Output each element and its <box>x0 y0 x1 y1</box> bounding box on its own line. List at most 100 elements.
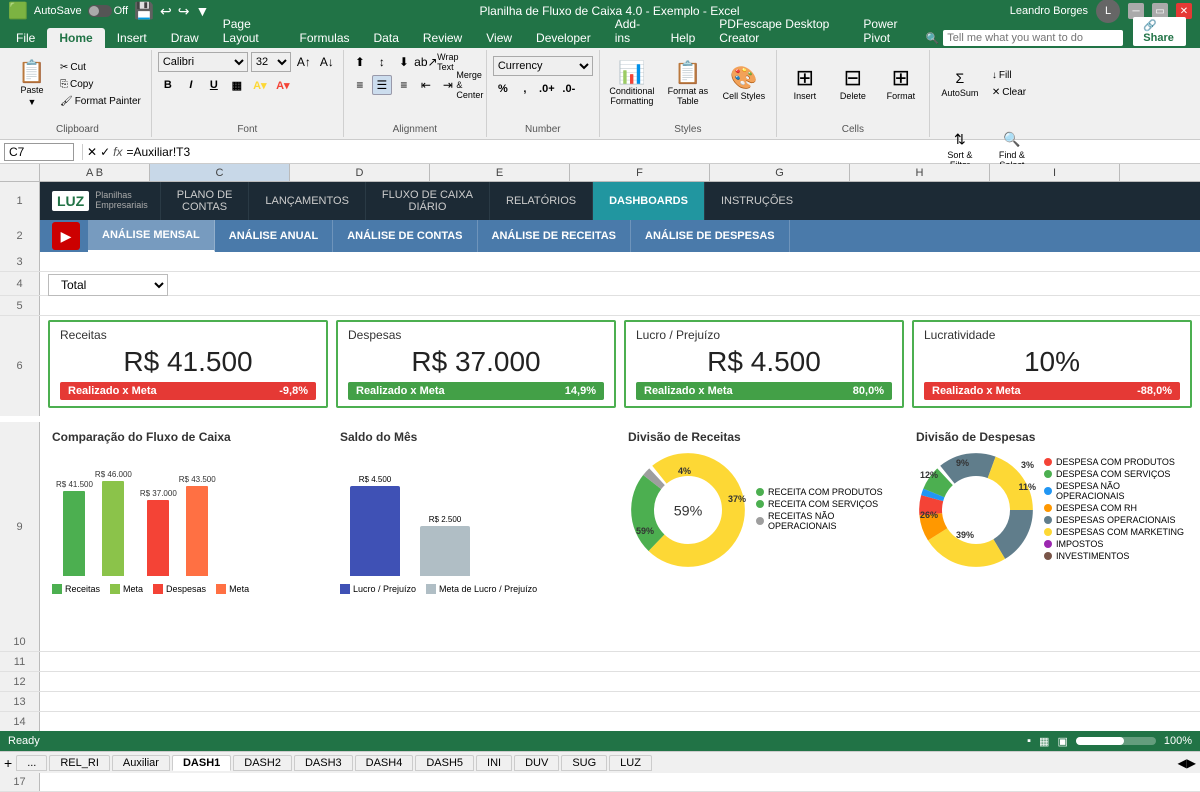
align-bottom-button[interactable]: ⬇ <box>394 52 414 72</box>
border-button[interactable]: ▦ <box>227 75 247 95</box>
fill-button[interactable]: ↓ Fill <box>988 68 1030 83</box>
add-sheet-button[interactable]: + <box>4 755 12 771</box>
clear-button[interactable]: ✕ Clear <box>988 85 1030 100</box>
share-button[interactable]: 🔗 Share <box>1123 17 1196 46</box>
legend-desp-prod-dot <box>1044 458 1052 466</box>
view-page-break-icon[interactable]: ▣ <box>1057 735 1067 748</box>
nav-instrucoes[interactable]: INSTRUÇÕES <box>704 182 809 220</box>
increase-indent-button[interactable]: ⇥ <box>438 75 458 95</box>
wrap-text-button[interactable]: Wrap Text <box>438 52 458 72</box>
align-middle-button[interactable]: ↕ <box>372 52 392 72</box>
conditional-formatting-button[interactable]: 📊 Conditional Formatting <box>606 52 658 116</box>
format-button[interactable]: ⊞ Format <box>879 52 923 116</box>
number-format-select[interactable]: Currency <box>493 56 593 76</box>
tab-formulas[interactable]: Formulas <box>288 28 362 48</box>
tab-help[interactable]: Help <box>659 28 708 48</box>
format-painter-button[interactable]: 🖌 Format Painter <box>56 94 145 109</box>
sheet-tab-duv[interactable]: DUV <box>514 755 559 771</box>
align-right-button[interactable]: ≡ <box>394 75 414 95</box>
nav-fluxo-caixa[interactable]: FLUXO DE CAIXADIÁRIO <box>365 182 489 220</box>
underline-button[interactable]: U <box>204 75 224 95</box>
nav-dashboards[interactable]: DASHBOARDS <box>592 182 704 220</box>
filter-select[interactable]: Total <box>48 274 168 296</box>
save-icon[interactable]: 💾 <box>134 1 154 21</box>
cut-button[interactable]: ✂ Cut <box>56 60 145 75</box>
col-header-f: F <box>570 164 710 181</box>
align-top-button[interactable]: ⬆ <box>350 52 370 72</box>
paste-button[interactable]: 📋 Paste ▼ <box>10 52 54 116</box>
sub-tab-analise-mensal[interactable]: ANÁLISE MENSAL <box>88 220 215 252</box>
sub-tab-analise-anual[interactable]: ANÁLISE ANUAL <box>215 220 333 252</box>
autosum-button[interactable]: Σ AutoSum <box>936 52 984 116</box>
sheet-tab-dash1[interactable]: DASH1 <box>172 755 231 771</box>
nav-plano-de-contas[interactable]: PLANO DECONTAS <box>160 182 249 220</box>
sheet-tab-luz[interactable]: LUZ <box>609 755 652 771</box>
font-color-button[interactable]: A▾ <box>273 75 293 95</box>
increase-font-button[interactable]: A↑ <box>294 52 314 72</box>
comma-button[interactable]: , <box>515 79 535 99</box>
autosave-toggle[interactable]: Off <box>88 5 128 17</box>
merge-center-button[interactable]: Merge & Center <box>460 75 480 95</box>
sub-tab-analise-receitas[interactable]: ANÁLISE DE RECEITAS <box>478 220 631 252</box>
decrease-decimal-button[interactable]: .0- <box>559 79 579 99</box>
nav-lancamentos[interactable]: LANÇAMENTOS <box>248 182 365 220</box>
decrease-font-button[interactable]: A↓ <box>317 52 337 72</box>
zoom-slider[interactable] <box>1076 737 1156 745</box>
sheet-tab-ini[interactable]: INI <box>476 755 512 771</box>
customize-qat-icon[interactable]: ▼ <box>196 3 210 19</box>
bold-button[interactable]: B <box>158 75 178 95</box>
sheet-tab-rel-ri[interactable]: REL_RI <box>49 755 110 771</box>
view-normal-icon[interactable]: ▪ <box>1027 735 1031 747</box>
sheet-tab-dash4[interactable]: DASH4 <box>355 755 414 771</box>
delete-button[interactable]: ⊟ Delete <box>831 52 875 116</box>
row-num-2: 2 <box>0 220 40 252</box>
sheet-tab-dash3[interactable]: DASH3 <box>294 755 353 771</box>
expand-formula-icon[interactable]: ✕ <box>87 145 97 159</box>
increase-decimal-button[interactable]: .0+ <box>537 79 557 99</box>
tab-view[interactable]: View <box>474 28 524 48</box>
tab-file[interactable]: File <box>4 28 47 48</box>
tab-pdfescape[interactable]: PDFescape Desktop Creator <box>707 14 851 48</box>
sheet-tab-auxiliar[interactable]: Auxiliar <box>112 755 170 771</box>
confirm-formula-icon[interactable]: ✓ <box>100 145 110 159</box>
tab-draw[interactable]: Draw <box>159 28 211 48</box>
sub-tab-analise-despesas[interactable]: ANÁLISE DE DESPESAS <box>631 220 790 252</box>
tab-insert[interactable]: Insert <box>105 28 159 48</box>
format-table-button[interactable]: 📋 Format as Table <box>662 52 714 116</box>
redo-icon[interactable]: ↪ <box>178 3 190 20</box>
undo-icon[interactable]: ↩ <box>160 3 172 20</box>
tab-power-pivot[interactable]: Power Pivot <box>851 14 925 48</box>
nav-relatorios[interactable]: RELATÓRIOS <box>489 182 592 220</box>
formula-input[interactable] <box>126 145 1196 159</box>
align-left-button[interactable]: ≡ <box>350 75 370 95</box>
insert-button[interactable]: ⊞ Insert <box>783 52 827 116</box>
tab-page-layout[interactable]: Page Layout <box>211 14 288 48</box>
tab-home[interactable]: Home <box>47 28 104 48</box>
name-box[interactable] <box>4 143 74 161</box>
decrease-indent-button[interactable]: ⇤ <box>416 75 436 95</box>
view-page-layout-icon[interactable]: ▦ <box>1039 735 1049 748</box>
orientation-button[interactable]: ab↗ <box>416 52 436 72</box>
font-size-select[interactable]: 32 <box>251 52 291 72</box>
tab-add-ins[interactable]: Add-ins <box>603 14 659 48</box>
sheet-tab-prev[interactable]: ... <box>16 755 47 771</box>
tab-data[interactable]: Data <box>362 28 411 48</box>
scroll-left-icon[interactable]: ◀ <box>1178 756 1187 770</box>
align-center-button[interactable]: ☰ <box>372 75 392 95</box>
cell-styles-button[interactable]: 🎨 Cell Styles <box>718 52 770 116</box>
fill-color-button[interactable]: A▾ <box>250 75 270 95</box>
tab-developer[interactable]: Developer <box>524 28 603 48</box>
sheet-tab-dash2[interactable]: DASH2 <box>233 755 292 771</box>
scroll-right-icon[interactable]: ▶ <box>1187 756 1196 770</box>
percent-button[interactable]: % <box>493 79 513 99</box>
search-bar[interactable]: 🔍 <box>926 30 1124 46</box>
font-name-select[interactable]: Calibri <box>158 52 248 72</box>
sheet-tab-sug[interactable]: SUG <box>561 755 607 771</box>
italic-button[interactable]: I <box>181 75 201 95</box>
tab-review[interactable]: Review <box>411 28 474 48</box>
play-button[interactable]: ▶ <box>52 222 80 250</box>
sheet-tab-dash5[interactable]: DASH5 <box>415 755 474 771</box>
copy-button[interactable]: ⎘ Copy <box>56 77 145 92</box>
tell-me-input[interactable] <box>943 30 1123 46</box>
sub-tab-analise-contas[interactable]: ANÁLISE DE CONTAS <box>333 220 477 252</box>
